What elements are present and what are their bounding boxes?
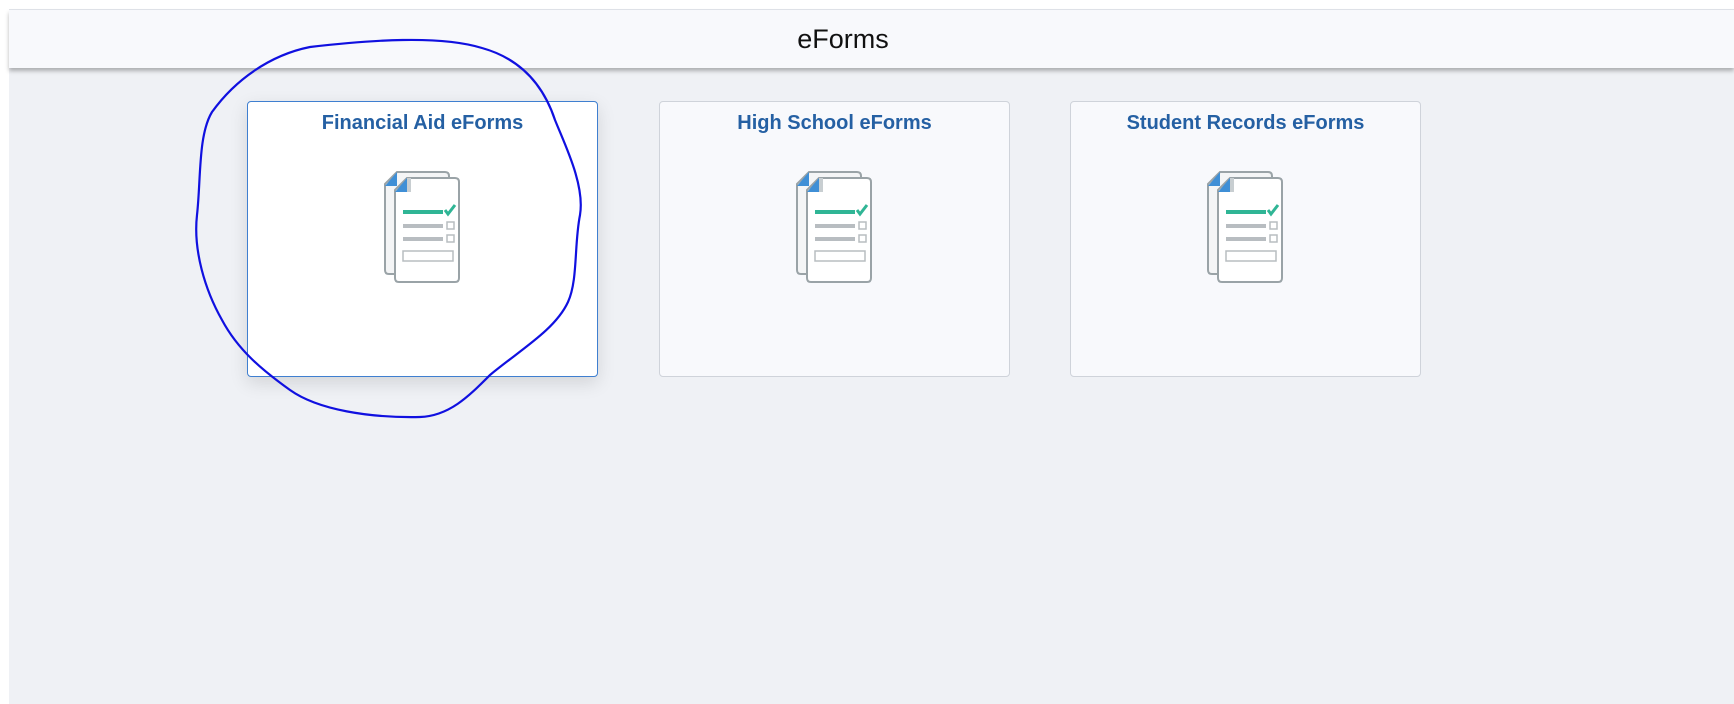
tile-title: Financial Aid eForms [321, 112, 524, 134]
page-header: eForms [9, 10, 1734, 68]
form-checklist-icon [1207, 171, 1283, 283]
tile-student-records-eforms[interactable]: Student Records eForms [1070, 101, 1421, 377]
tile-title: Student Records eForms [1126, 112, 1365, 134]
app-frame: eForms Financial Aid eForms High School … [9, 9, 1734, 704]
form-checklist-icon [384, 171, 460, 283]
tile-high-school-eforms[interactable]: High School eForms [659, 101, 1010, 377]
tile-title: High School eForms [737, 112, 932, 134]
tile-financial-aid-eforms[interactable]: Financial Aid eForms [247, 101, 598, 377]
form-checklist-icon [796, 171, 872, 283]
page-title: eForms [797, 24, 889, 54]
